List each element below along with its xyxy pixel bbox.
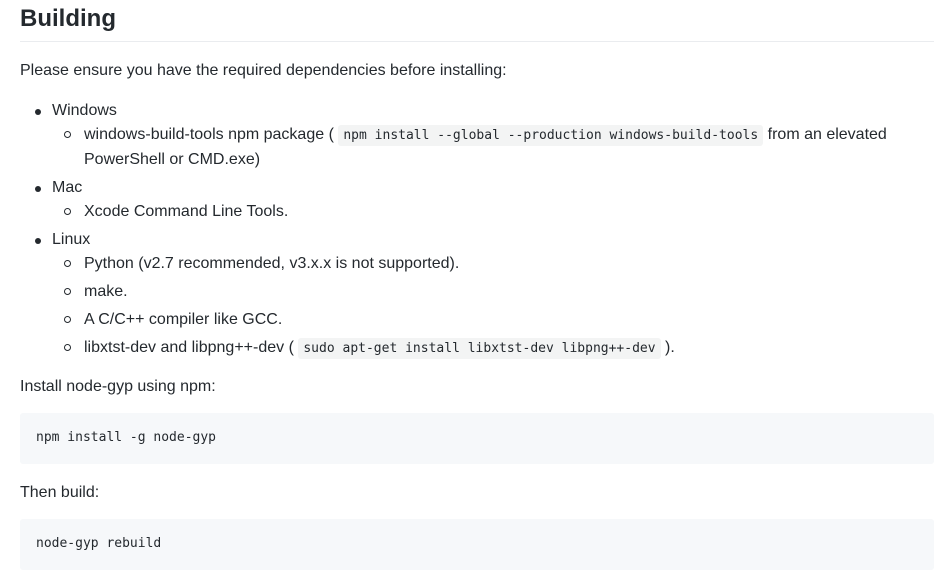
- section-heading: Building: [20, 0, 934, 42]
- install-paragraph: Install node-gyp using npm:: [20, 378, 216, 395]
- mac-label: Mac: [52, 179, 83, 196]
- list-item-make: make.: [52, 280, 934, 304]
- list-item-windows: Windows windows-build-tools npm package …: [20, 99, 934, 172]
- build-paragraph: Then build:: [20, 484, 100, 501]
- list-item-linux: Linux Python (v2.7 recommended, v3.x.x i…: [20, 228, 934, 361]
- list-item-libxtst: libxtst-dev and libpng++-dev ( sudo apt-…: [52, 336, 934, 361]
- build-code-block: node-gyp rebuild: [20, 519, 934, 570]
- list-item-xcode: Xcode Command Line Tools.: [52, 200, 934, 224]
- windows-item-prefix: windows-build-tools npm package (: [84, 126, 334, 143]
- windows-label: Windows: [52, 102, 117, 119]
- windows-install-code: npm install --global --production window…: [338, 125, 764, 146]
- list-item-python: Python (v2.7 recommended, v3.x.x is not …: [52, 252, 934, 276]
- intro-paragraph: Please ensure you have the required depe…: [20, 62, 507, 79]
- list-item-mac: Mac Xcode Command Line Tools.: [20, 176, 934, 224]
- windows-sublist: windows-build-tools npm package ( npm in…: [52, 123, 934, 172]
- install-code-block: npm install -g node-gyp: [20, 413, 934, 464]
- readme-content: Building Please ensure you have the requ…: [20, 0, 934, 570]
- linux-item-prefix: libxtst-dev and libpng++-dev (: [84, 339, 294, 356]
- list-item-compiler: A C/C++ compiler like GCC.: [52, 308, 934, 332]
- mac-sublist: Xcode Command Line Tools.: [52, 200, 934, 224]
- list-item-windows-build-tools: windows-build-tools npm package ( npm in…: [52, 123, 934, 172]
- dependency-list: Windows windows-build-tools npm package …: [20, 99, 934, 361]
- linux-sublist: Python (v2.7 recommended, v3.x.x is not …: [52, 252, 934, 361]
- linux-label: Linux: [52, 231, 91, 248]
- linux-item-suffix: ).: [665, 339, 675, 356]
- linux-install-code: sudo apt-get install libxtst-dev libpng+…: [298, 338, 661, 359]
